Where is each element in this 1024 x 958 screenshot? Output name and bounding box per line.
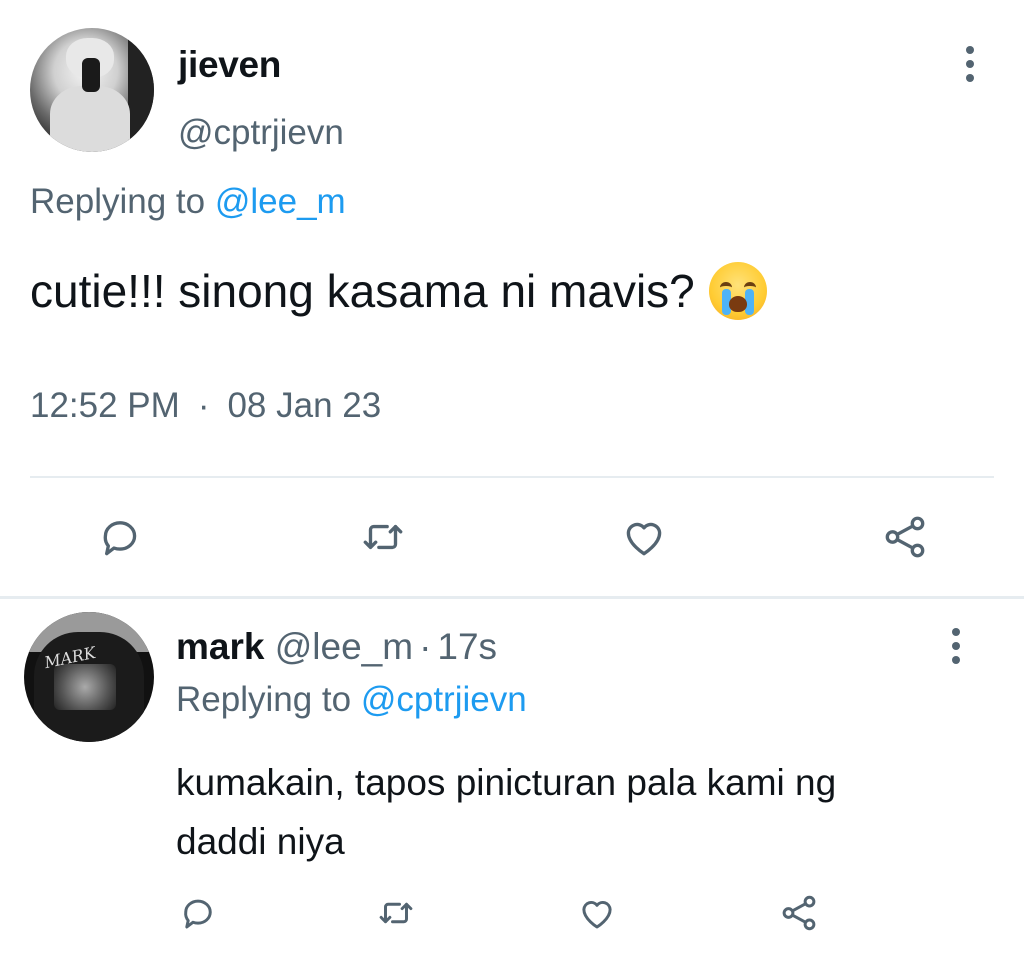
reply-author-line: mark @lee_m · 17s: [176, 626, 497, 668]
like-icon[interactable]: [576, 892, 618, 934]
more-options-icon[interactable]: [956, 44, 984, 84]
reply-icon[interactable]: [95, 512, 145, 562]
author-display-name[interactable]: jieven: [178, 44, 281, 86]
reply-text-line: kumakain, tapos pinicturan pala kami ng: [176, 762, 837, 803]
avatar-mark[interactable]: MARK: [24, 612, 154, 742]
share-icon[interactable]: [778, 892, 820, 934]
tweet-timestamp[interactable]: 12:52 PM · 08 Jan 23: [30, 386, 381, 426]
replying-to-label: Replying to: [30, 182, 215, 221]
author-handle[interactable]: @cptrjievn: [178, 113, 344, 153]
tweet-time: 12:52 PM: [30, 386, 180, 425]
avatar-figure-body: [50, 86, 130, 152]
thread-divider: [0, 596, 1024, 599]
tweet-text: cutie!!! sinong kasama ni mavis?: [30, 262, 767, 320]
replying-to-mention-link[interactable]: @lee_m: [215, 182, 346, 221]
reply-text-line: daddi niya: [176, 821, 345, 862]
avatar-background: [128, 28, 154, 152]
meta-separator: ·: [197, 386, 210, 425]
like-icon[interactable]: [619, 512, 669, 562]
reply-age[interactable]: 17s: [437, 626, 497, 667]
share-icon[interactable]: [880, 512, 930, 562]
loudly-crying-face-icon: [708, 262, 767, 320]
replying-to-line: Replying to @lee_m: [30, 182, 346, 222]
tweet-text-content: cutie!!! sinong kasama ni mavis?: [30, 265, 695, 317]
avatar-phone: [82, 58, 100, 92]
reply-author-display-name[interactable]: mark: [176, 626, 264, 667]
reply-author-handle[interactable]: @lee_m: [275, 626, 413, 667]
reply-icon[interactable]: [177, 892, 219, 934]
reply-replying-to-label: Replying to: [176, 680, 361, 719]
reply-more-options-icon[interactable]: [942, 626, 970, 666]
tweet-date: 08 Jan 23: [227, 386, 382, 425]
retweet-icon[interactable]: [375, 892, 417, 934]
divider: [30, 476, 994, 478]
retweet-icon[interactable]: [358, 512, 408, 562]
reply-meta-separator: ·: [419, 626, 432, 667]
avatar-shirt-print: [54, 664, 116, 710]
avatar-jieven[interactable]: [30, 28, 154, 152]
reply-replying-to-line: Replying to @cptrjievn: [176, 680, 527, 720]
reply-replying-to-mention-link[interactable]: @cptrjievn: [361, 680, 527, 719]
reply-text: kumakain, tapos pinicturan pala kami ng …: [176, 753, 976, 871]
